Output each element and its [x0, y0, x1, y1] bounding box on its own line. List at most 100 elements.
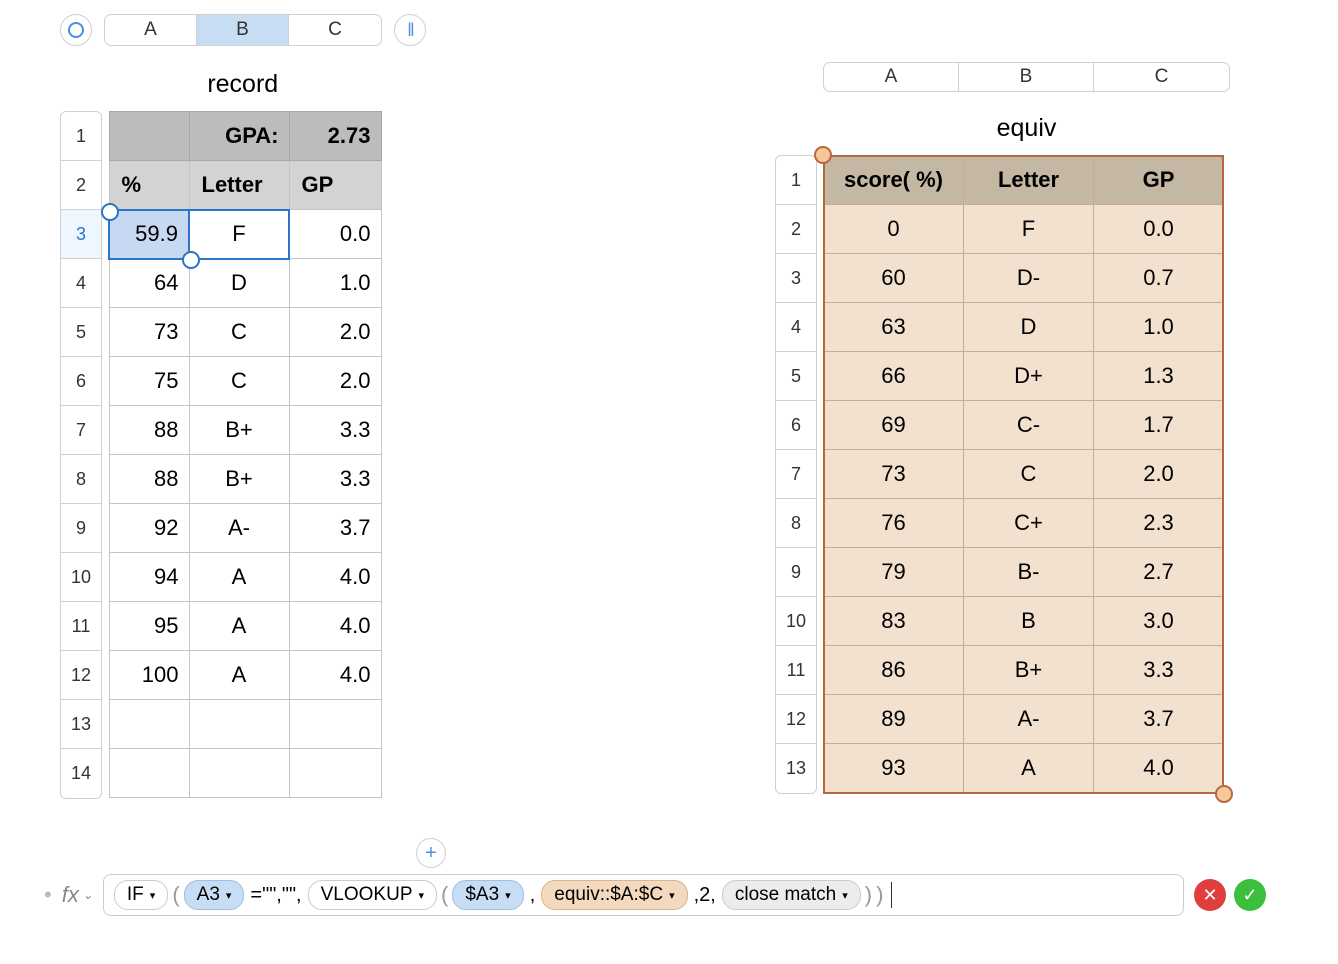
confirm-button[interactable]: ✓ — [1234, 879, 1266, 911]
cell[interactable]: C — [964, 450, 1094, 499]
cell[interactable]: C — [189, 308, 289, 357]
cell[interactable]: 3.7 — [289, 504, 381, 553]
cell[interactable]: 4.0 — [289, 553, 381, 602]
cell[interactable]: 100 — [109, 651, 189, 700]
cell[interactable]: 88 — [109, 406, 189, 455]
row-header[interactable]: 5 — [776, 352, 816, 401]
equiv-header-letter[interactable]: Letter — [964, 156, 1094, 205]
col-header-b[interactable]: B — [197, 15, 289, 45]
cell[interactable]: 2.0 — [289, 308, 381, 357]
pause-icon[interactable]: ‖ — [394, 14, 426, 46]
row-header[interactable]: 13 — [61, 700, 101, 749]
cell[interactable]: A — [189, 553, 289, 602]
cell[interactable]: 93 — [824, 744, 964, 793]
row-header[interactable]: 7 — [776, 450, 816, 499]
cell[interactable]: 86 — [824, 646, 964, 695]
cell[interactable]: 0 — [824, 205, 964, 254]
cell[interactable]: 4.0 — [289, 651, 381, 700]
cell[interactable]: B- — [964, 548, 1094, 597]
cell[interactable] — [189, 749, 289, 798]
selection-handle-icon[interactable] — [182, 251, 200, 269]
row-header[interactable]: 13 — [776, 744, 816, 793]
cell[interactable]: 2.0 — [289, 357, 381, 406]
row-header[interactable]: 9 — [776, 548, 816, 597]
gpa-label[interactable]: GPA: — [189, 112, 289, 161]
cell[interactable]: 2.0 — [1094, 450, 1224, 499]
row-header[interactable]: 6 — [776, 401, 816, 450]
cell[interactable]: C — [189, 357, 289, 406]
selection-handle-icon[interactable] — [814, 146, 832, 164]
cell-b3-selected[interactable]: F — [189, 210, 289, 259]
cell[interactable]: 83 — [824, 597, 964, 646]
equiv-col-c[interactable]: C — [1094, 63, 1229, 91]
row-header[interactable]: 5 — [61, 308, 101, 357]
cell[interactable] — [289, 749, 381, 798]
row-header[interactable]: 10 — [776, 597, 816, 646]
cell[interactable]: 76 — [824, 499, 964, 548]
row-header[interactable]: 11 — [776, 646, 816, 695]
row-header[interactable]: 8 — [61, 455, 101, 504]
cell[interactable]: 95 — [109, 602, 189, 651]
circle-icon[interactable] — [60, 14, 92, 46]
row-header[interactable]: 9 — [61, 504, 101, 553]
cell[interactable]: D — [964, 303, 1094, 352]
row-header[interactable]: 1 — [776, 156, 816, 205]
record-table[interactable]: GPA: 2.73 % Letter GP 59.9 F 0.0 64D1.0 … — [108, 111, 382, 799]
token-close-match[interactable]: close match▾ — [722, 880, 861, 910]
cell[interactable]: 88 — [109, 455, 189, 504]
cell[interactable]: B — [964, 597, 1094, 646]
cell[interactable]: A — [964, 744, 1094, 793]
cell[interactable]: 3.3 — [289, 406, 381, 455]
cell[interactable]: 3.7 — [1094, 695, 1224, 744]
cell[interactable]: 73 — [824, 450, 964, 499]
cell[interactable]: B+ — [189, 455, 289, 504]
cell[interactable]: 0.7 — [1094, 254, 1224, 303]
cell[interactable]: 79 — [824, 548, 964, 597]
cell[interactable]: C+ — [964, 499, 1094, 548]
cell[interactable]: 60 — [824, 254, 964, 303]
fx-icon[interactable]: fx ⌄ — [62, 882, 93, 908]
row-header[interactable]: 2 — [776, 205, 816, 254]
cell[interactable]: 73 — [109, 308, 189, 357]
row-header[interactable]: 3 — [776, 254, 816, 303]
row-header[interactable]: 4 — [61, 259, 101, 308]
cell[interactable]: 89 — [824, 695, 964, 744]
cell[interactable]: 63 — [824, 303, 964, 352]
equiv-header-score[interactable]: score( %) — [824, 156, 964, 205]
header-pct[interactable]: % — [109, 161, 189, 210]
cell[interactable]: 4.0 — [289, 602, 381, 651]
row-header[interactable]: 14 — [61, 749, 101, 798]
row-header[interactable]: 6 — [61, 357, 101, 406]
token-dollar-a3[interactable]: $A3▾ — [452, 880, 523, 910]
row-header[interactable]: 4 — [776, 303, 816, 352]
row-header[interactable]: 8 — [776, 499, 816, 548]
equiv-col-b[interactable]: B — [959, 63, 1094, 91]
cell[interactable]: A — [189, 651, 289, 700]
row-header[interactable]: 12 — [776, 695, 816, 744]
cell[interactable] — [109, 749, 189, 798]
cell[interactable]: 3.3 — [1094, 646, 1224, 695]
cell[interactable]: B+ — [964, 646, 1094, 695]
row-header[interactable]: 11 — [61, 602, 101, 651]
header-gp[interactable]: GP — [289, 161, 381, 210]
cell[interactable]: 0.0 — [289, 210, 381, 259]
cell[interactable]: 0.0 — [1094, 205, 1224, 254]
cell[interactable]: 69 — [824, 401, 964, 450]
col-header-a[interactable]: A — [105, 15, 197, 45]
formula-input[interactable]: IF▾ ( A3▾ ="","", VLOOKUP▾ ( $A3▾ , equi… — [103, 874, 1184, 916]
cell[interactable] — [109, 112, 189, 161]
cell[interactable]: D — [189, 259, 289, 308]
cell[interactable]: 1.0 — [289, 259, 381, 308]
cell[interactable]: 1.7 — [1094, 401, 1224, 450]
cell[interactable]: 92 — [109, 504, 189, 553]
selection-handle-icon[interactable] — [101, 203, 119, 221]
row-header[interactable]: 12 — [61, 651, 101, 700]
row-header[interactable]: 7 — [61, 406, 101, 455]
header-letter[interactable]: Letter — [189, 161, 289, 210]
cell[interactable]: 2.7 — [1094, 548, 1224, 597]
cell[interactable]: D- — [964, 254, 1094, 303]
cell[interactable]: 94 — [109, 553, 189, 602]
cell[interactable]: 1.3 — [1094, 352, 1224, 401]
cell[interactable]: 4.0 — [1094, 744, 1224, 793]
cell[interactable] — [289, 700, 381, 749]
